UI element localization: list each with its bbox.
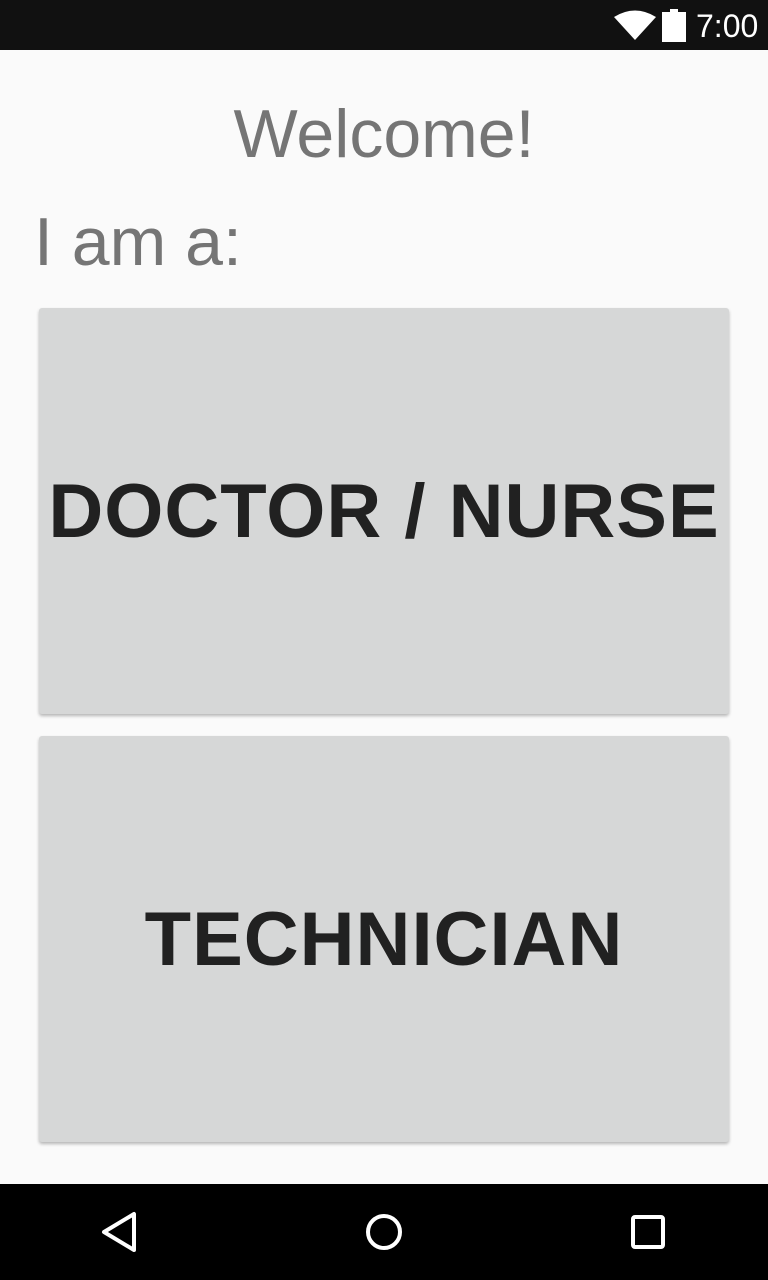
status-time: 7:00	[696, 8, 759, 44]
status-bar: 7:00	[0, 0, 768, 50]
back-icon[interactable]	[96, 1208, 144, 1256]
wifi-icon	[614, 10, 656, 40]
technician-button[interactable]: TECHNICIAN	[39, 736, 729, 1142]
role-prompt: I am a:	[34, 204, 242, 280]
battery-icon	[662, 9, 686, 42]
home-icon[interactable]	[360, 1208, 408, 1256]
main-content: Welcome! I am a: DOCTOR / NURSE TECHNICI…	[0, 50, 768, 1184]
doctor-nurse-button[interactable]: DOCTOR / NURSE	[39, 308, 729, 714]
navigation-bar	[0, 1184, 768, 1280]
page-title: Welcome!	[233, 96, 535, 172]
recents-icon[interactable]	[624, 1208, 672, 1256]
